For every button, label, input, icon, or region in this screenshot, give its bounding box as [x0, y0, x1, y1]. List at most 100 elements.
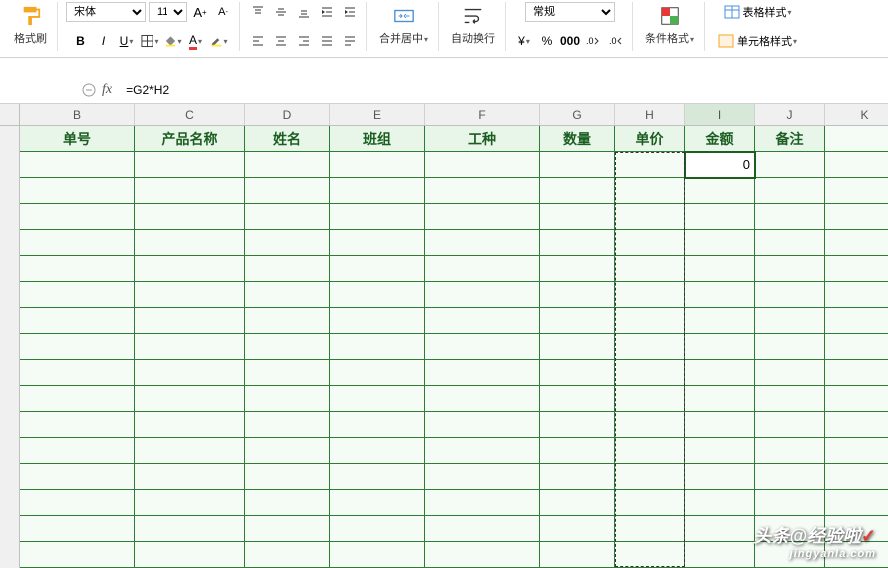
cell[interactable] — [685, 516, 755, 542]
cell[interactable] — [135, 178, 245, 204]
cell[interactable] — [685, 256, 755, 282]
conditional-format-button[interactable]: 条件格式▾ — [641, 2, 698, 48]
cell[interactable] — [425, 256, 540, 282]
cell[interactable] — [755, 386, 825, 412]
cell[interactable] — [330, 542, 425, 568]
header-cell[interactable]: 单号 — [20, 126, 135, 152]
cell[interactable] — [20, 490, 135, 516]
cell[interactable] — [685, 438, 755, 464]
cell[interactable] — [755, 464, 825, 490]
cell[interactable] — [135, 204, 245, 230]
cell[interactable] — [540, 334, 615, 360]
cell[interactable] — [245, 178, 330, 204]
cell[interactable] — [135, 516, 245, 542]
cell[interactable] — [330, 308, 425, 334]
cell[interactable] — [540, 152, 615, 178]
cell[interactable] — [425, 334, 540, 360]
cell[interactable] — [245, 490, 330, 516]
merge-center-button[interactable]: 合并居中▾ — [375, 2, 432, 48]
distribute-button[interactable] — [340, 31, 360, 51]
cell[interactable] — [330, 412, 425, 438]
cell[interactable] — [330, 282, 425, 308]
header-cell[interactable]: 金额 — [685, 126, 755, 152]
cell[interactable] — [755, 360, 825, 386]
cell[interactable] — [685, 204, 755, 230]
cell[interactable] — [540, 308, 615, 334]
cell[interactable] — [825, 256, 888, 282]
cell[interactable] — [615, 516, 685, 542]
cell[interactable] — [245, 516, 330, 542]
decrease-font-button[interactable]: A- — [213, 2, 233, 22]
cell[interactable] — [20, 282, 135, 308]
cell[interactable] — [245, 282, 330, 308]
cell[interactable] — [685, 490, 755, 516]
header-cell[interactable]: 产品名称 — [135, 126, 245, 152]
cell[interactable] — [685, 308, 755, 334]
bold-button[interactable]: B — [71, 31, 91, 51]
cell[interactable] — [540, 464, 615, 490]
cell[interactable] — [330, 334, 425, 360]
cell[interactable] — [615, 204, 685, 230]
cell[interactable] — [245, 308, 330, 334]
cell[interactable] — [825, 230, 888, 256]
increase-decimal-button[interactable]: .0 — [583, 31, 603, 51]
cell[interactable] — [330, 256, 425, 282]
header-cell[interactable]: 班组 — [330, 126, 425, 152]
cell[interactable] — [245, 360, 330, 386]
cell[interactable] — [685, 412, 755, 438]
cell[interactable] — [755, 230, 825, 256]
font-size-select[interactable]: 11 — [149, 2, 187, 22]
cell[interactable] — [825, 282, 888, 308]
cell[interactable] — [685, 386, 755, 412]
font-name-select[interactable]: 宋体 — [66, 2, 146, 22]
comma-button[interactable]: 000 — [560, 31, 580, 51]
cell[interactable] — [755, 178, 825, 204]
table-style-button[interactable]: 表格样式▾ — [719, 2, 797, 22]
cell[interactable] — [755, 152, 825, 178]
cell[interactable] — [825, 438, 888, 464]
sheet-cells[interactable]: 单号 产品名称 姓名 班组 工种 数量 单价 金额 备注 0 — [20, 126, 888, 568]
cell[interactable] — [330, 204, 425, 230]
justify-button[interactable] — [317, 31, 337, 51]
cell[interactable] — [425, 490, 540, 516]
header-cell[interactable]: 数量 — [540, 126, 615, 152]
cell[interactable] — [615, 334, 685, 360]
cell[interactable] — [20, 230, 135, 256]
cell[interactable] — [685, 360, 755, 386]
cell[interactable] — [20, 178, 135, 204]
cell[interactable] — [20, 204, 135, 230]
cell[interactable] — [20, 360, 135, 386]
cell[interactable] — [135, 152, 245, 178]
cell[interactable] — [825, 386, 888, 412]
cell[interactable] — [425, 438, 540, 464]
cell[interactable] — [615, 386, 685, 412]
cell[interactable] — [425, 152, 540, 178]
cell[interactable] — [20, 256, 135, 282]
cell[interactable] — [245, 438, 330, 464]
cell[interactable] — [685, 334, 755, 360]
col-header-H[interactable]: H — [615, 104, 685, 125]
cell[interactable] — [425, 464, 540, 490]
cell[interactable] — [135, 464, 245, 490]
col-header-I[interactable]: I — [685, 104, 755, 125]
align-center-button[interactable] — [271, 31, 291, 51]
cell[interactable] — [755, 438, 825, 464]
cell[interactable] — [330, 386, 425, 412]
underline-button[interactable]: U▾ — [117, 31, 137, 51]
decrease-indent-button[interactable] — [317, 2, 337, 22]
cell[interactable] — [330, 516, 425, 542]
cell[interactable] — [825, 464, 888, 490]
cell[interactable] — [245, 256, 330, 282]
cell[interactable] — [20, 152, 135, 178]
cell[interactable] — [135, 282, 245, 308]
cell[interactable] — [135, 412, 245, 438]
cell[interactable] — [615, 360, 685, 386]
cell-I2-selected[interactable]: 0 — [685, 152, 755, 178]
header-cell[interactable]: 备注 — [755, 126, 825, 152]
header-cell[interactable]: 工种 — [425, 126, 540, 152]
cell[interactable] — [825, 178, 888, 204]
cell[interactable] — [330, 152, 425, 178]
cell[interactable] — [245, 230, 330, 256]
cell[interactable] — [330, 464, 425, 490]
cell[interactable] — [425, 360, 540, 386]
